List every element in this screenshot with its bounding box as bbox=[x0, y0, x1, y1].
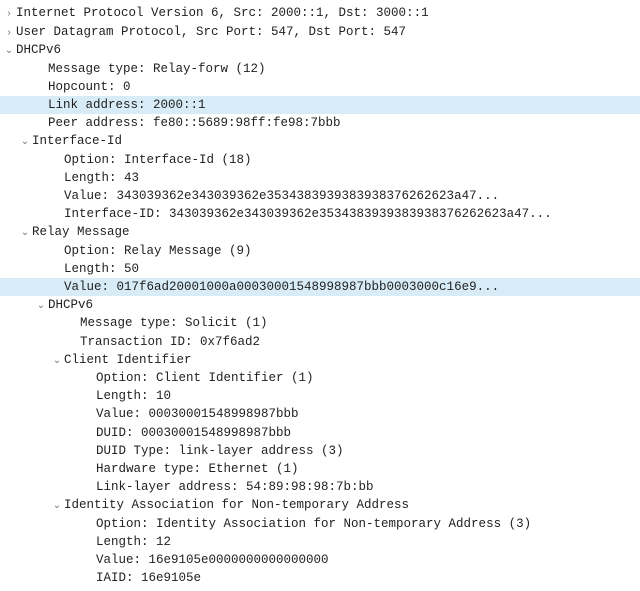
tree-row-label: Link address: 2000::1 bbox=[48, 96, 206, 114]
caret-down-icon[interactable]: ⌄ bbox=[20, 136, 30, 151]
caret-down-icon[interactable]: ⌄ bbox=[20, 227, 30, 242]
tree-row[interactable]: Interface-ID: 343039362e343039362e353438… bbox=[0, 205, 640, 223]
tree-row-label: Relay Message bbox=[32, 223, 130, 241]
tree-row-label: Value: 00030001548998987bbb bbox=[96, 405, 299, 423]
tree-row[interactable]: DUID Type: link-layer address (3) bbox=[0, 442, 640, 460]
tree-row-label: User Datagram Protocol, Src Port: 547, D… bbox=[16, 23, 406, 41]
tree-row-label: Value: 017f6ad20001000a00030001548998987… bbox=[64, 278, 499, 296]
tree-row-label: Client Identifier bbox=[64, 351, 192, 369]
tree-row-label: Interface-Id bbox=[32, 132, 122, 150]
tree-row-label: Option: Interface-Id (18) bbox=[64, 151, 252, 169]
tree-row-label: Interface-ID: 343039362e343039362e353438… bbox=[64, 205, 552, 223]
tree-row-label: Hopcount: 0 bbox=[48, 78, 131, 96]
caret-right-icon[interactable]: › bbox=[4, 27, 14, 42]
tree-row[interactable]: Peer address: fe80::5689:98ff:fe98:7bbb bbox=[0, 114, 640, 132]
tree-row[interactable]: ⌄DHCPv6 bbox=[0, 296, 640, 315]
tree-row[interactable]: Option: Relay Message (9) bbox=[0, 242, 640, 260]
tree-row-label: Length: 50 bbox=[64, 260, 139, 278]
tree-row-label: Link-layer address: 54:89:98:98:7b:bb bbox=[96, 478, 374, 496]
caret-down-icon[interactable]: ⌄ bbox=[52, 355, 62, 370]
tree-row-label: Option: Client Identifier (1) bbox=[96, 369, 314, 387]
tree-row[interactable]: ›Internet Protocol Version 6, Src: 2000:… bbox=[0, 4, 640, 23]
caret-down-icon[interactable]: ⌄ bbox=[52, 500, 62, 515]
tree-row[interactable]: ⌄Relay Message bbox=[0, 223, 640, 242]
tree-row-label: DHCPv6 bbox=[16, 41, 61, 59]
tree-row-label: DUID Type: link-layer address (3) bbox=[96, 442, 344, 460]
tree-row[interactable]: Message type: Relay-forw (12) bbox=[0, 60, 640, 78]
tree-row[interactable]: Length: 50 bbox=[0, 260, 640, 278]
tree-row[interactable]: Hopcount: 0 bbox=[0, 78, 640, 96]
tree-row-label: Transaction ID: 0x7f6ad2 bbox=[80, 333, 260, 351]
tree-row-label: Message type: Relay-forw (12) bbox=[48, 60, 266, 78]
tree-row[interactable]: Message type: Solicit (1) bbox=[0, 314, 640, 332]
tree-row[interactable]: Option: Client Identifier (1) bbox=[0, 369, 640, 387]
tree-row-label: Identity Association for Non-temporary A… bbox=[64, 496, 409, 514]
tree-row-label: Length: 12 bbox=[96, 533, 171, 551]
tree-row[interactable]: Option: Identity Association for Non-tem… bbox=[0, 515, 640, 533]
tree-row[interactable]: Transaction ID: 0x7f6ad2 bbox=[0, 333, 640, 351]
tree-row[interactable]: Length: 43 bbox=[0, 169, 640, 187]
tree-row-label: Length: 10 bbox=[96, 387, 171, 405]
tree-row[interactable]: ⌄Client Identifier bbox=[0, 351, 640, 370]
tree-row-label: Hardware type: Ethernet (1) bbox=[96, 460, 299, 478]
tree-row-label: Length: 43 bbox=[64, 169, 139, 187]
tree-row[interactable]: IAID: 16e9105e bbox=[0, 569, 640, 587]
tree-row[interactable]: Link-layer address: 54:89:98:98:7b:bb bbox=[0, 478, 640, 496]
tree-row-label: DHCPv6 bbox=[48, 296, 93, 314]
tree-row-label: Option: Relay Message (9) bbox=[64, 242, 252, 260]
tree-row[interactable]: ⌄Interface-Id bbox=[0, 132, 640, 151]
tree-row-label: Value: 343039362e343039362e3534383939383… bbox=[64, 187, 499, 205]
caret-right-icon[interactable]: › bbox=[4, 8, 14, 23]
caret-down-icon[interactable]: ⌄ bbox=[36, 300, 46, 315]
tree-row-label: IAID: 16e9105e bbox=[96, 569, 201, 587]
tree-row[interactable]: Option: Interface-Id (18) bbox=[0, 151, 640, 169]
tree-row[interactable]: Hardware type: Ethernet (1) bbox=[0, 460, 640, 478]
tree-row[interactable]: Value: 017f6ad20001000a00030001548998987… bbox=[0, 278, 640, 296]
packet-tree: ›Internet Protocol Version 6, Src: 2000:… bbox=[0, 0, 640, 591]
tree-row[interactable]: DUID: 00030001548998987bbb bbox=[0, 424, 640, 442]
tree-row[interactable]: Value: 343039362e343039362e3534383939383… bbox=[0, 187, 640, 205]
tree-row[interactable]: ›User Datagram Protocol, Src Port: 547, … bbox=[0, 23, 640, 42]
tree-row-label: Option: Identity Association for Non-tem… bbox=[96, 515, 531, 533]
tree-row[interactable]: Link address: 2000::1 bbox=[0, 96, 640, 114]
tree-row[interactable]: Value: 00030001548998987bbb bbox=[0, 405, 640, 423]
tree-row[interactable]: Value: 16e9105e0000000000000000 bbox=[0, 551, 640, 569]
tree-row-label: Peer address: fe80::5689:98ff:fe98:7bbb bbox=[48, 114, 341, 132]
caret-down-icon[interactable]: ⌄ bbox=[4, 45, 14, 60]
tree-row[interactable]: Length: 12 bbox=[0, 533, 640, 551]
tree-row[interactable]: Length: 10 bbox=[0, 387, 640, 405]
tree-row-label: Value: 16e9105e0000000000000000 bbox=[96, 551, 329, 569]
tree-row-label: Internet Protocol Version 6, Src: 2000::… bbox=[16, 4, 429, 22]
tree-row[interactable]: ⌄DHCPv6 bbox=[0, 41, 640, 60]
tree-row[interactable]: ⌄Identity Association for Non-temporary … bbox=[0, 496, 640, 515]
tree-row-label: Message type: Solicit (1) bbox=[80, 314, 268, 332]
tree-row-label: DUID: 00030001548998987bbb bbox=[96, 424, 291, 442]
